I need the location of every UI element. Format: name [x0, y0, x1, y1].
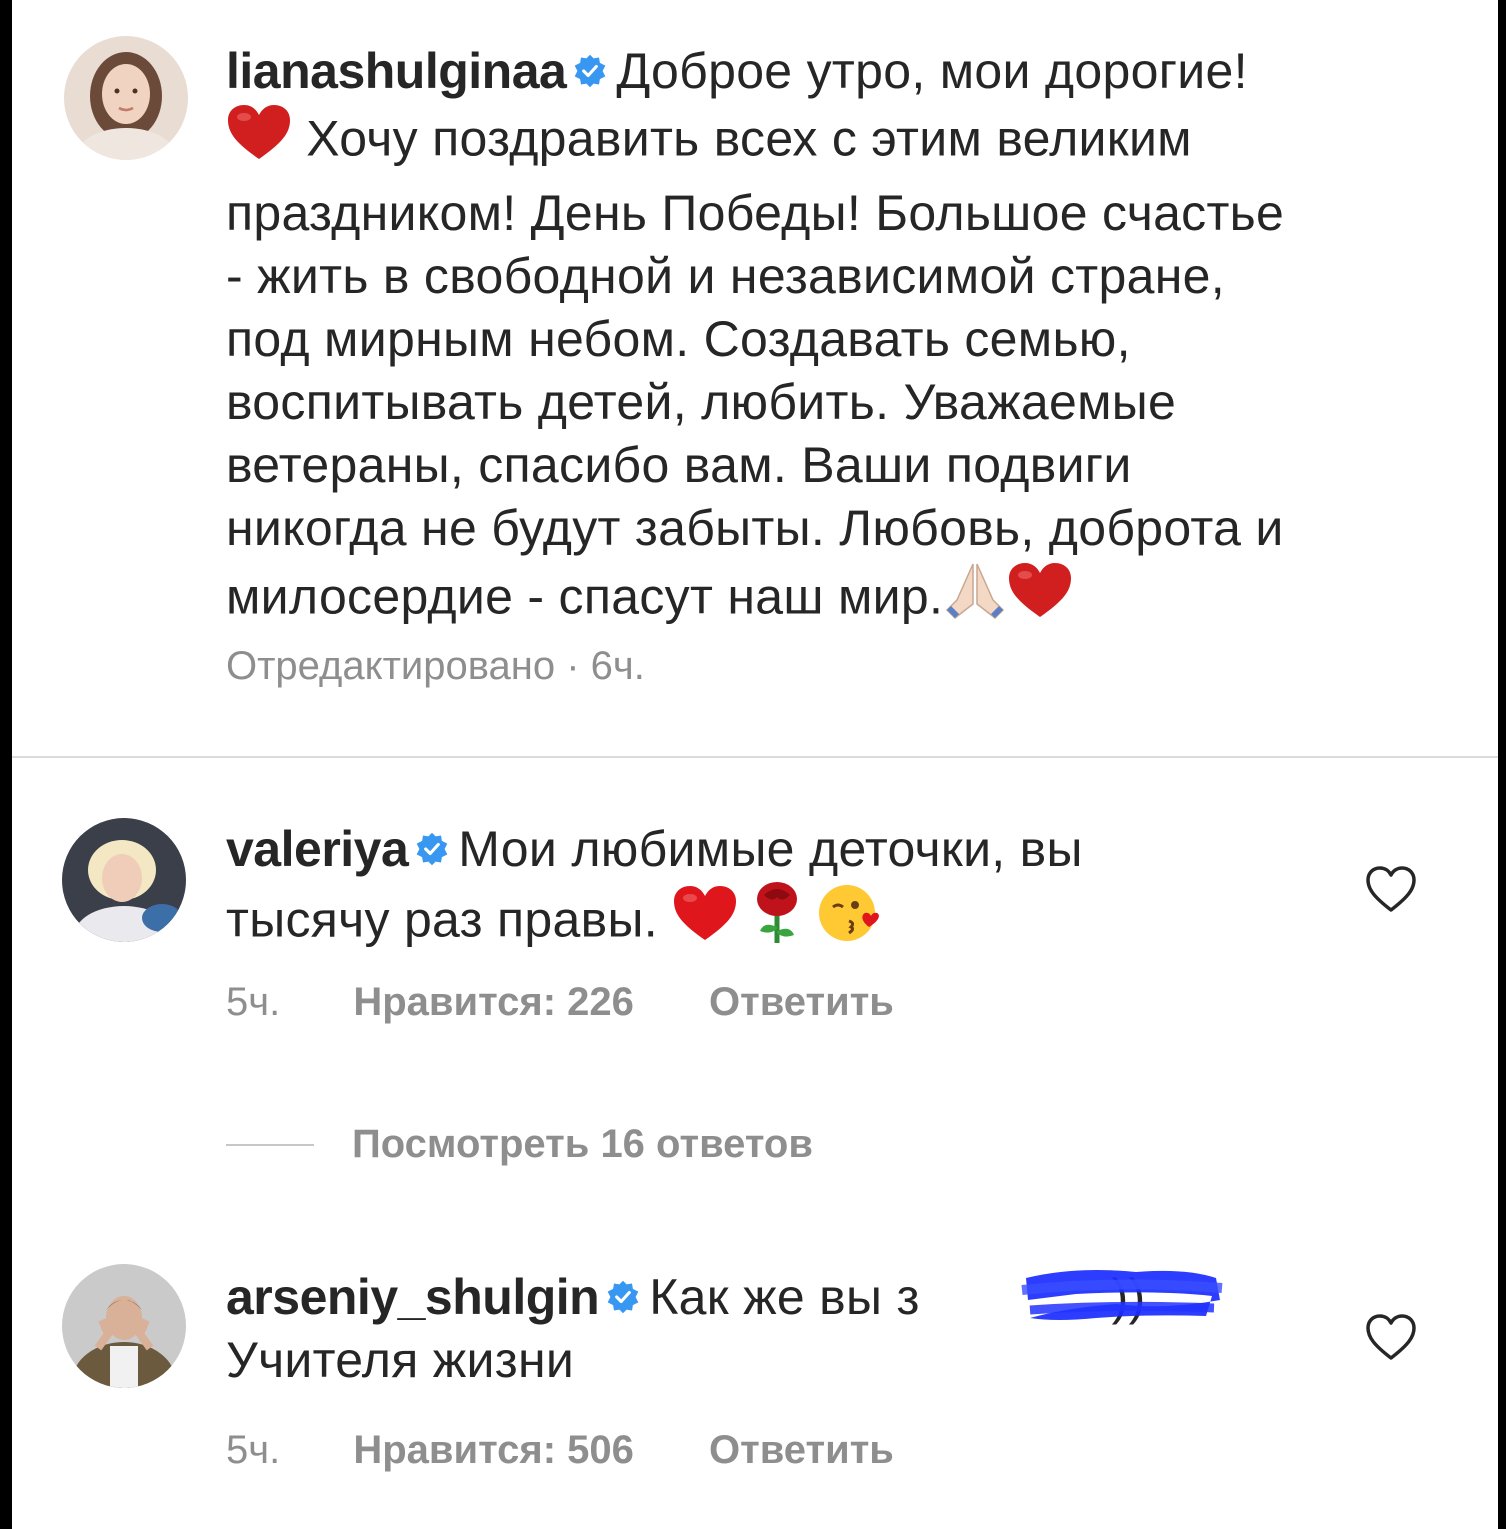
verified-badge-icon: [605, 1279, 641, 1315]
caption-text: под мирным небом. Создавать семью,: [226, 311, 1131, 367]
caption-line: милосердие - спасут наш мир.: [226, 560, 1456, 641]
caption-text: Доброе утро, мои дорогие!: [616, 43, 1248, 99]
comment-line: valeriya Мои любимые деточки, вы: [226, 818, 1326, 881]
comment-time: 5ч.: [226, 1428, 281, 1472]
likes-count-button[interactable]: Нравится: 226: [353, 980, 634, 1024]
comments-screen: lianashulginaa Доброе утро, мои дорогие! …: [12, 0, 1498, 1529]
caption-username[interactable]: lianashulginaa: [226, 43, 567, 99]
comment-text: Мои любимые деточки, вы: [458, 821, 1083, 877]
comment-line: тысячу раз правы.: [226, 881, 1326, 966]
caption-text: праздником! День Победы! Большое счастье: [226, 185, 1285, 241]
caption-text: Хочу поздравить всех с этим великим: [306, 110, 1192, 167]
comment-username[interactable]: valeriya: [226, 821, 409, 877]
folded-hands-icon: [943, 560, 1007, 635]
rose-icon: [752, 881, 802, 960]
caption-line: Хочу поздравить всех с этим великим: [226, 103, 1456, 182]
view-replies-label: Посмотреть 16 ответов: [352, 1122, 813, 1166]
comment-text: Как же вы з: [649, 1269, 920, 1325]
caption-line: lianashulginaa Доброе утро, мои дорогие!: [226, 40, 1456, 103]
verified-badge-icon: [414, 831, 450, 867]
comment-line: arseniy_shulgin Как же вы з)): [226, 1266, 1326, 1329]
caption-text: ветераны, спасибо вам. Ваши подвиги: [226, 437, 1132, 493]
like-heart-icon[interactable]: [1364, 1312, 1418, 1362]
comment-text: тысячу раз правы.: [226, 891, 658, 948]
like-heart-icon[interactable]: [1364, 864, 1418, 914]
view-replies-button[interactable]: Посмотреть 16 ответов: [352, 1122, 813, 1167]
redaction-scribble: [1021, 1270, 1223, 1320]
verified-badge-icon: [572, 53, 608, 89]
red-heart-icon: [1007, 561, 1073, 634]
comment-actions: 5ч. Нравится: 506 Ответить: [226, 1428, 894, 1473]
red-heart-icon: [226, 103, 292, 176]
red-heart-icon: [672, 884, 738, 957]
caption-text: воспитывать детей, любить. Уважаемые: [226, 374, 1177, 430]
caption-text: - жить в свободной и независимой стране,: [226, 248, 1225, 304]
replies-line: [226, 1144, 314, 1146]
divider: [12, 756, 1498, 758]
likes-count-button[interactable]: Нравится: 506: [353, 1428, 634, 1472]
reply-button[interactable]: Ответить: [709, 980, 894, 1024]
comment-time: 5ч.: [226, 980, 281, 1024]
kissing-face-icon: [817, 881, 881, 960]
caption-text: никогда не будут забыты. Любовь, доброта…: [226, 500, 1284, 556]
comment-actions: 5ч. Нравится: 226 Ответить: [226, 980, 894, 1025]
post-caption: lianashulginaa Доброе утро, мои дорогие! …: [12, 0, 1498, 756]
caption-meta: Отредактировано · 6ч.: [226, 644, 645, 688]
avatar[interactable]: [62, 1264, 186, 1388]
reply-button[interactable]: Ответить: [709, 1428, 894, 1472]
avatar[interactable]: [64, 36, 188, 160]
comment-username[interactable]: arseniy_shulgin: [226, 1269, 600, 1325]
caption-text: милосердие - спасут наш мир.: [226, 568, 944, 625]
avatar[interactable]: [62, 818, 186, 942]
